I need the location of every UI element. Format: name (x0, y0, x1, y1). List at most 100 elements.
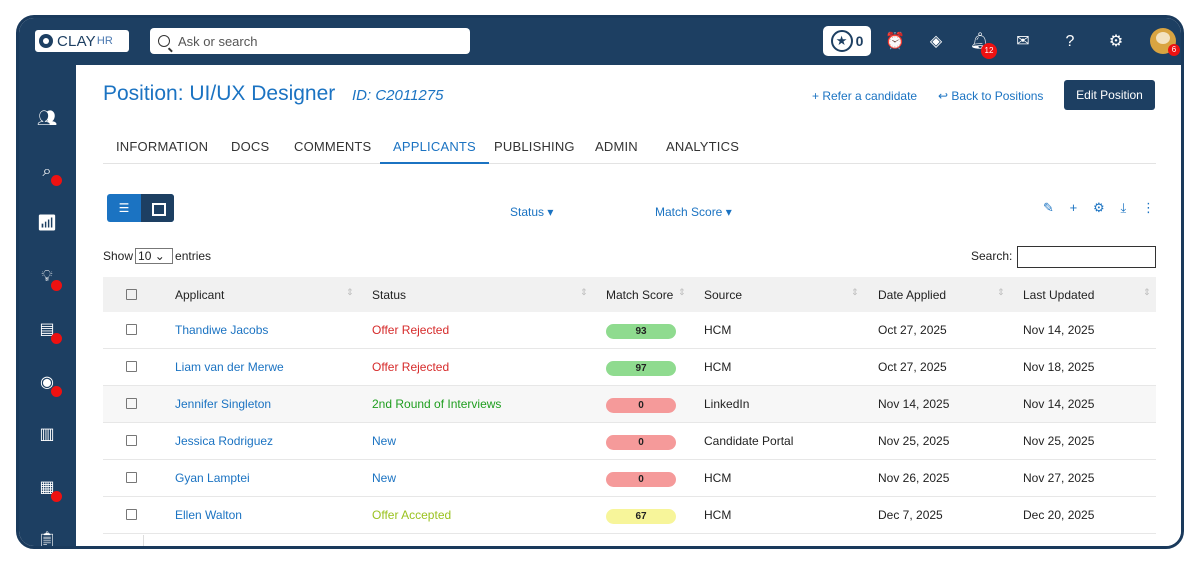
sort-icon[interactable]: ⇕ (851, 287, 859, 298)
alert-dot (51, 175, 62, 186)
applicant-name-link[interactable]: Ellen Walton (175, 508, 242, 522)
applicant-name-link[interactable]: Thandiwe Jacobs (175, 323, 268, 337)
col-last-updated[interactable]: Last Updated (1023, 288, 1094, 302)
source-text: HCM (704, 471, 732, 485)
tab-comments[interactable]: COMMENTS (294, 139, 371, 164)
date-applied-text: Oct 27, 2025 (878, 360, 947, 374)
reports-chart-icon[interactable]: ▥ (36, 424, 58, 446)
analytics-chart-icon[interactable]: 📶︎ (36, 213, 58, 235)
sort-icon[interactable]: ⇕ (580, 287, 588, 298)
date-applied-text: Dec 7, 2025 (878, 508, 943, 522)
tab-applicants[interactable]: APPLICANTS (380, 139, 489, 164)
row-checkbox[interactable] (126, 361, 137, 372)
robot-icon[interactable]: ⚙ (1093, 200, 1105, 218)
position-tabs: INFORMATION DOCS COMMENTS APPLICANTS PUB… (103, 139, 1156, 164)
left-sidebar: 👥︎ ⌕ 📶︎ 💡︎ ▤ ◉ ▥ ▦ 📋︎ (19, 65, 76, 546)
col-applicant[interactable]: Applicant (175, 288, 224, 302)
star-points-button[interactable]: ★ 0 (823, 26, 871, 56)
show-label: Show (103, 249, 134, 263)
applicant-name-link[interactable]: Jennifer Singleton (175, 397, 271, 411)
applicants-table: Applicant ⇕ Status ⇕ Match Score ⇕ Sourc… (103, 277, 1156, 534)
more-vertical-icon[interactable]: ⋮ (1142, 200, 1155, 218)
date-applied-text: Oct 27, 2025 (878, 323, 947, 337)
table-row[interactable]: Jessica Rodriguez New 0 Candidate Portal Nov… (103, 423, 1156, 460)
table-body: Thandiwe Jacobs Offer Rejected 93 HCM Oct 27… (103, 312, 1156, 534)
table-row[interactable]: Ellen Walton Offer Accepted 67 HCM Dec 7, 20… (103, 497, 1156, 534)
table-row[interactable]: Gyan Lamptei New 0 HCM Nov 26, 2025 Nov 27, 2… (103, 460, 1156, 497)
layers-icon[interactable]: ◈ (925, 31, 947, 53)
tab-publishing[interactable]: PUBLISHING (494, 139, 575, 164)
status-text: 2nd Round of Interviews (372, 397, 502, 411)
logo-subtext: HR (96, 35, 113, 47)
table-row[interactable]: Jennifer Singleton 2nd Round of Interview… (103, 386, 1156, 423)
board-view-icon[interactable] (141, 194, 174, 222)
tab-information[interactable]: INFORMATION (116, 139, 208, 164)
row-checkbox[interactable] (126, 509, 137, 520)
search-placeholder: Ask or search (178, 33, 258, 49)
last-updated-text: Nov 14, 2025 (1023, 397, 1095, 411)
status-text: Offer Accepted (372, 508, 452, 522)
download-icon[interactable]: ⤓ (1120, 200, 1126, 218)
status-filter-dropdown[interactable]: Status ▾ (510, 205, 553, 219)
main-content: Position: UI/UX Designer ID: C2011275 + … (76, 65, 1181, 546)
last-updated-text: Dec 20, 2025 (1023, 508, 1095, 522)
row-checkbox[interactable] (126, 324, 137, 335)
applicant-name-link[interactable]: Gyan Lamptei (175, 471, 250, 485)
source-text: Candidate Portal (704, 434, 794, 448)
applicant-name-link[interactable]: Liam van der Merwe (175, 360, 284, 374)
col-source[interactable]: Source (704, 288, 742, 302)
tab-analytics[interactable]: ANALYTICS (666, 139, 739, 164)
sort-icon[interactable]: ⇕ (678, 287, 686, 298)
sort-icon[interactable]: ⇕ (346, 287, 354, 298)
ideas-bulb-icon[interactable]: 💡︎ (36, 266, 62, 291)
clayhr-logo[interactable]: CLAY HR (35, 30, 129, 52)
mail-icon[interactable]: ✉ (1012, 31, 1034, 53)
tab-admin[interactable]: ADMIN (595, 139, 638, 164)
table-header: Applicant ⇕ Status ⇕ Match Score ⇕ Sourc… (103, 277, 1156, 312)
match-score-filter-dropdown[interactable]: Match Score ▾ (655, 205, 732, 219)
people-icon[interactable]: 👥︎ (36, 108, 58, 130)
avatar-badge: 6 (1168, 44, 1180, 56)
match-score-badge: 97 (606, 361, 676, 376)
back-to-positions-link[interactable]: ↩ Back to Positions (938, 89, 1043, 103)
col-status[interactable]: Status (372, 288, 406, 302)
row-checkbox[interactable] (126, 398, 137, 409)
help-icon[interactable]: ? (1059, 31, 1081, 53)
entries-select[interactable]: 10 ⌄ (135, 248, 174, 264)
col-date-applied[interactable]: Date Applied (878, 288, 946, 302)
table-row[interactable]: Liam van der Merwe Offer Rejected 97 HCM Oct… (103, 349, 1156, 386)
alarm-clock-icon[interactable]: ⏰ (884, 31, 906, 53)
tab-docs[interactable]: DOCS (231, 139, 269, 164)
row-checkbox[interactable] (126, 472, 137, 483)
match-score-badge: 0 (606, 398, 676, 413)
entries-label: entries (175, 249, 212, 263)
page-title: Position: UI/UX Designer (103, 82, 336, 105)
edit-pencil-icon[interactable]: ✎ (1043, 200, 1054, 218)
top-bar: CLAY HR Ask or search ★ 0 ⏰ ◈ 🔔︎ 12 ✉ ? … (19, 18, 1181, 65)
applicant-name-link[interactable]: Jessica Rodriguez (175, 434, 273, 448)
notifications-badge: 12 (981, 43, 997, 59)
list-view-icon[interactable]: ☰ (107, 194, 141, 222)
row-checkbox[interactable] (126, 435, 137, 446)
candidate-search-icon[interactable]: ⌕ (36, 161, 62, 186)
select-all-checkbox[interactable] (126, 289, 137, 300)
last-updated-text: Nov 27, 2025 (1023, 471, 1095, 485)
sort-icon[interactable]: ⇕ (1143, 287, 1151, 298)
settings-gear-icon[interactable]: ⚙ (1105, 31, 1127, 53)
alert-dot (51, 280, 62, 291)
sort-icon[interactable]: ⇕ (997, 287, 1005, 298)
screening-icon[interactable]: ▦ (36, 477, 62, 502)
clipboard-icon[interactable]: 📋︎ (36, 530, 58, 546)
table-search-input[interactable] (1017, 246, 1156, 268)
profile-circle-icon[interactable]: ◉ (36, 372, 62, 397)
alert-dot (51, 386, 62, 397)
documents-icon[interactable]: ▤ (36, 319, 62, 344)
refer-candidate-link[interactable]: + Refer a candidate (812, 89, 917, 103)
view-toggle: ☰ (107, 194, 174, 222)
col-match-score[interactable]: Match Score (606, 288, 673, 302)
add-icon[interactable]: + (1070, 200, 1078, 218)
divider (143, 535, 144, 546)
global-search-input[interactable]: Ask or search (150, 28, 470, 54)
table-row[interactable]: Thandiwe Jacobs Offer Rejected 93 HCM Oct 27… (103, 312, 1156, 349)
edit-position-button[interactable]: Edit Position (1064, 80, 1155, 110)
